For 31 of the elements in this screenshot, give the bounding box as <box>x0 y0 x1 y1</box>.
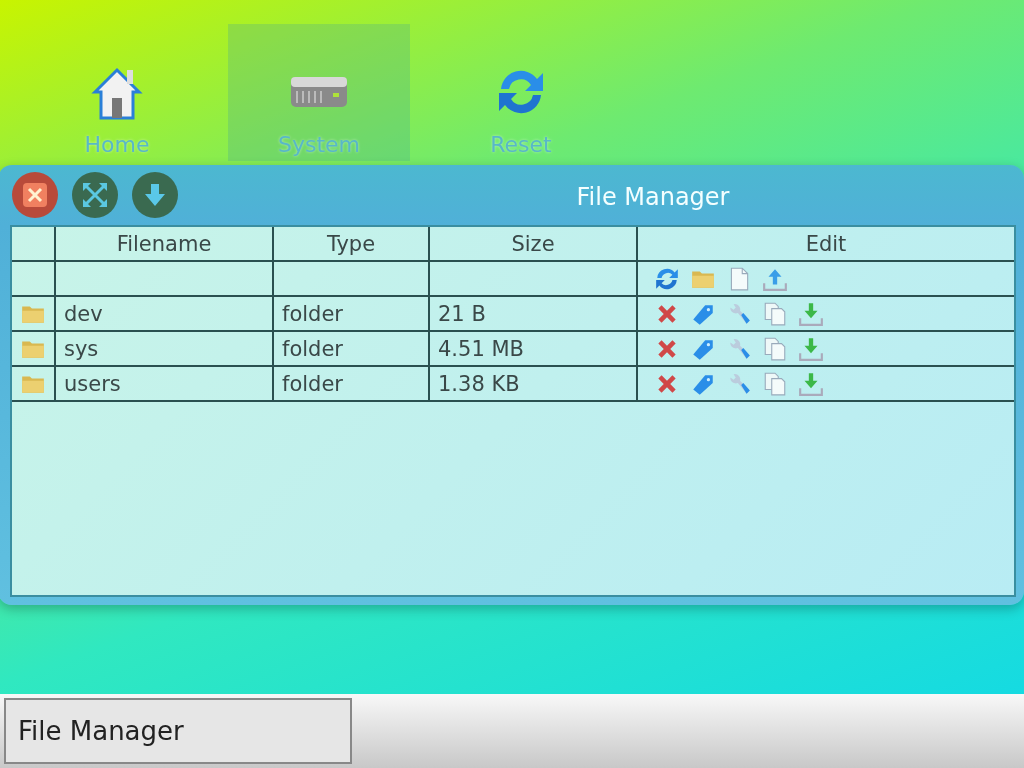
table-cell: folder <box>273 366 429 401</box>
close-icon <box>22 182 48 208</box>
table-cell: users <box>55 366 273 401</box>
taskbar-button[interactable]: File Manager <box>4 698 352 764</box>
window-title: File Manager <box>575 183 731 211</box>
expand-icon <box>81 181 109 209</box>
copy-icon[interactable] <box>762 335 788 362</box>
table-cell: 21 B <box>429 296 637 331</box>
shortcut-label: Home <box>84 132 150 157</box>
shortcut-label: Reset <box>490 132 552 157</box>
maximize-button[interactable] <box>72 172 118 218</box>
column-header[interactable]: Edit <box>637 227 1014 261</box>
close-button[interactable] <box>12 172 58 218</box>
download-icon[interactable] <box>798 370 824 397</box>
copy-icon[interactable] <box>762 300 788 327</box>
minimize-button[interactable] <box>132 172 178 218</box>
column-header[interactable]: Filename <box>55 227 273 261</box>
table-cell: dev <box>55 296 273 331</box>
down-arrow-icon <box>143 182 167 208</box>
table-cell: 1.38 KB <box>429 366 637 401</box>
table-cell: folder <box>273 331 429 366</box>
table-cell: folder <box>273 296 429 331</box>
table-cell: 4.51 MB <box>429 331 637 366</box>
copy-icon[interactable] <box>762 370 788 397</box>
table-cell: sys <box>55 331 273 366</box>
shortcut-label: System <box>277 132 360 157</box>
download-icon[interactable] <box>798 300 824 327</box>
column-header[interactable]: Size <box>429 227 637 261</box>
download-icon[interactable] <box>798 335 824 362</box>
hard-drive-icon <box>289 75 349 109</box>
column-header[interactable]: Type <box>273 227 429 261</box>
